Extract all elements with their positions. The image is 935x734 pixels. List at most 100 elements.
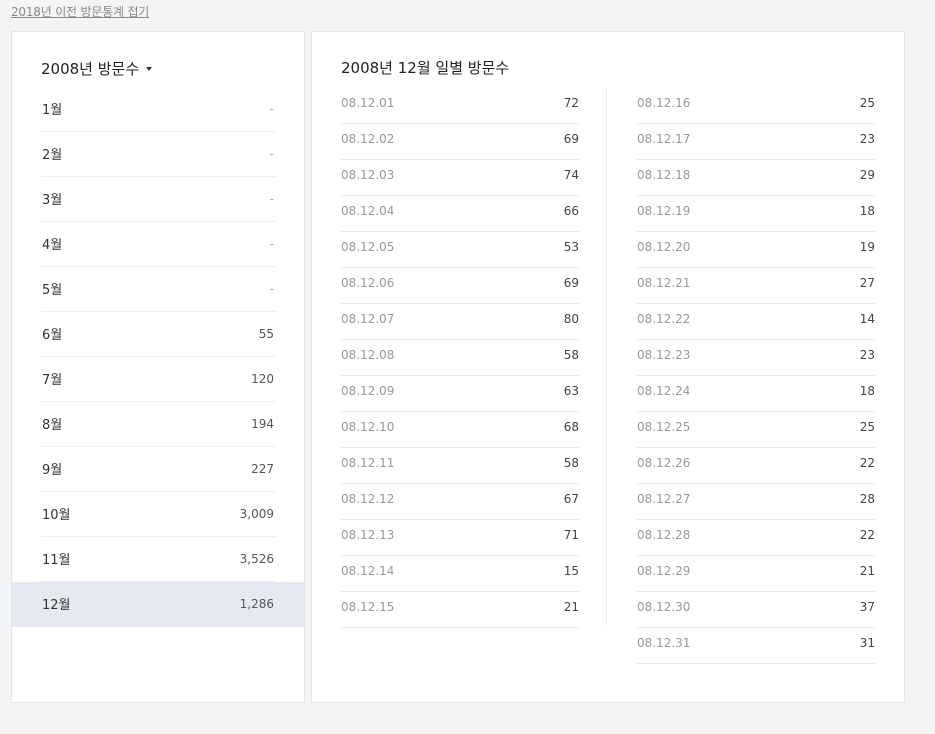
month-row[interactable]: 12월 1,286 xyxy=(12,582,304,627)
month-row-content: 4월 - xyxy=(41,222,276,267)
daily-date: 08.12.24 xyxy=(637,384,691,398)
daily-visits-title: 2008년 12월 일별 방문수 xyxy=(341,59,510,77)
month-row-content: 5월 - xyxy=(41,267,276,312)
month-row[interactable]: 7월 120 xyxy=(12,357,304,402)
daily-visit-count: 71 xyxy=(563,528,579,542)
daily-date: 08.12.25 xyxy=(637,420,691,434)
daily-visit-count: 80 xyxy=(563,312,579,326)
month-row-content: 9월 227 xyxy=(41,447,276,492)
daily-visit-count: 37 xyxy=(859,600,875,614)
month-row-content: 7월 120 xyxy=(41,357,276,402)
daily-row: 08.12.24 18 xyxy=(637,376,875,412)
month-visit-count: - xyxy=(269,147,274,161)
daily-date: 08.12.21 xyxy=(637,276,691,290)
month-list: 1월 - 2월 - 3월 - 4월 - 5월 - 6월 55 7월 120 8월 194 9월 227 10월 3,0… xyxy=(12,87,304,627)
caret-down-icon xyxy=(146,66,153,71)
year-selector[interactable]: 2008년 방문수 xyxy=(41,57,153,79)
month-label: 7월 xyxy=(42,373,63,388)
daily-date: 08.12.28 xyxy=(637,528,691,542)
month-label: 12월 xyxy=(42,598,71,613)
month-visit-count: 3,526 xyxy=(239,552,274,566)
daily-date: 08.12.30 xyxy=(637,600,691,614)
month-row[interactable]: 6월 55 xyxy=(12,312,304,357)
daily-visit-count: 63 xyxy=(563,384,579,398)
month-label: 8월 xyxy=(42,418,63,433)
daily-row: 08.12.10 68 xyxy=(341,412,579,448)
daily-date: 08.12.13 xyxy=(341,528,395,542)
daily-row: 08.12.09 63 xyxy=(341,376,579,412)
daily-row: 08.12.22 14 xyxy=(637,304,875,340)
daily-date: 08.12.23 xyxy=(637,348,691,362)
month-row-content: 8월 194 xyxy=(41,402,276,447)
daily-row: 08.12.06 69 xyxy=(341,268,579,304)
daily-visit-count: 23 xyxy=(859,132,875,146)
daily-visit-count: 58 xyxy=(563,348,579,362)
daily-date: 08.12.31 xyxy=(637,636,691,650)
month-row-content: 2월 - xyxy=(41,132,276,177)
daily-row: 08.12.16 25 xyxy=(637,88,875,124)
daily-row: 08.12.05 53 xyxy=(341,232,579,268)
daily-visit-count: 18 xyxy=(859,204,875,218)
daily-visit-count: 67 xyxy=(563,492,579,506)
daily-row: 08.12.02 69 xyxy=(341,124,579,160)
daily-row: 08.12.29 21 xyxy=(637,556,875,592)
daily-visit-count: 58 xyxy=(563,456,579,470)
month-row[interactable]: 2월 - xyxy=(12,132,304,177)
daily-date: 08.12.09 xyxy=(341,384,395,398)
month-visit-count: 55 xyxy=(258,327,274,341)
daily-date: 08.12.08 xyxy=(341,348,395,362)
daily-visit-count: 25 xyxy=(859,96,875,110)
daily-visit-count: 23 xyxy=(859,348,875,362)
month-visit-count: 227 xyxy=(251,462,274,476)
month-row[interactable]: 5월 - xyxy=(12,267,304,312)
monthly-visits-panel: 2008년 방문수 1월 - 2월 - 3월 - 4월 - 5월 - 6월 55 7월 120 8월 194 9… xyxy=(11,31,305,703)
month-row-content: 6월 55 xyxy=(41,312,276,357)
month-row[interactable]: 8월 194 xyxy=(12,402,304,447)
daily-visit-count: 31 xyxy=(859,636,875,650)
month-visit-count: - xyxy=(269,102,274,116)
month-row-content: 12월 1,286 xyxy=(41,582,276,627)
daily-row: 08.12.13 71 xyxy=(341,520,579,556)
daily-row: 08.12.14 15 xyxy=(341,556,579,592)
daily-visit-count: 28 xyxy=(859,492,875,506)
daily-row: 08.12.11 58 xyxy=(341,448,579,484)
month-label: 2월 xyxy=(42,148,63,163)
daily-date: 08.12.02 xyxy=(341,132,395,146)
daily-date: 08.12.06 xyxy=(341,276,395,290)
month-row[interactable]: 9월 227 xyxy=(12,447,304,492)
month-row[interactable]: 4월 - xyxy=(12,222,304,267)
daily-list-column-2: 08.12.16 25 08.12.17 23 08.12.18 29 08.12.19 18… xyxy=(637,88,875,664)
month-row[interactable]: 3월 - xyxy=(12,177,304,222)
month-label: 6월 xyxy=(42,328,63,343)
month-label: 10월 xyxy=(42,508,71,523)
column-divider xyxy=(606,88,607,626)
month-visit-count: 1,286 xyxy=(239,597,274,611)
daily-date: 08.12.07 xyxy=(341,312,395,326)
collapse-stats-link[interactable]: 2018년 이전 방문통계 접기 xyxy=(11,3,149,20)
month-row[interactable]: 10월 3,009 xyxy=(12,492,304,537)
daily-row: 08.12.03 74 xyxy=(341,160,579,196)
daily-date: 08.12.19 xyxy=(637,204,691,218)
month-row[interactable]: 1월 - xyxy=(12,87,304,132)
daily-row: 08.12.27 28 xyxy=(637,484,875,520)
year-selector-label: 2008년 방문수 xyxy=(41,59,140,78)
month-visit-count: 120 xyxy=(251,372,274,386)
daily-date: 08.12.01 xyxy=(341,96,395,110)
daily-row: 08.12.18 29 xyxy=(637,160,875,196)
month-label: 3월 xyxy=(42,193,63,208)
month-label: 4월 xyxy=(42,238,63,253)
daily-visit-count: 72 xyxy=(563,96,579,110)
month-row[interactable]: 11월 3,526 xyxy=(12,537,304,582)
daily-visit-count: 22 xyxy=(859,456,875,470)
month-label: 1월 xyxy=(42,103,63,118)
daily-visit-count: 53 xyxy=(563,240,579,254)
daily-visit-count: 22 xyxy=(859,528,875,542)
daily-row: 08.12.23 23 xyxy=(637,340,875,376)
daily-list-column-1: 08.12.01 72 08.12.02 69 08.12.03 74 08.12.04 66… xyxy=(341,88,579,628)
daily-date: 08.12.11 xyxy=(341,456,395,470)
daily-row: 08.12.26 22 xyxy=(637,448,875,484)
daily-visit-count: 14 xyxy=(859,312,875,326)
daily-date: 08.12.22 xyxy=(637,312,691,326)
daily-date: 08.12.18 xyxy=(637,168,691,182)
daily-date: 08.12.29 xyxy=(637,564,691,578)
